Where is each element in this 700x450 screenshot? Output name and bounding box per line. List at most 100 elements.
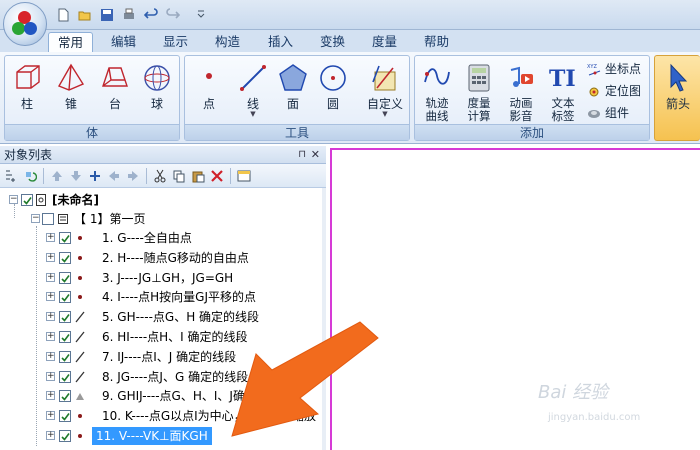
component-label: 组件 (605, 106, 630, 120)
visibility-checkbox[interactable] (59, 291, 71, 304)
collapse-icon[interactable]: − (9, 195, 18, 204)
move-up-icon[interactable] (49, 168, 65, 184)
visibility-checkbox[interactable] (59, 311, 71, 324)
save-icon[interactable] (98, 6, 116, 23)
collapse-icon[interactable]: − (31, 214, 40, 223)
tree-page-row[interactable]: − 【 1】第一页 (0, 209, 322, 229)
locate-map-button[interactable]: 定位图 (587, 82, 641, 100)
tree-item-row[interactable]: +1. G----全自由点 (0, 228, 322, 248)
tree-item-row[interactable]: +10. K----点G以点I为中心，按.5000缩放 (0, 406, 322, 426)
visibility-checkbox[interactable] (59, 390, 71, 403)
tree-item-row[interactable]: +5. GH----点G、H 确定的线段 (0, 307, 322, 327)
visibility-checkbox[interactable] (59, 370, 71, 383)
tree-item-row[interactable]: +6. HI----点H、I 确定的线段 (0, 327, 322, 347)
cut-icon[interactable] (152, 168, 168, 184)
tab-construct[interactable]: 构造 (206, 32, 249, 52)
expand-icon[interactable]: + (46, 233, 55, 242)
measure-calc-button[interactable]: 度量 计算 (461, 60, 497, 123)
frustum-button[interactable]: 台 (97, 60, 133, 116)
circle-label: 圆 (326, 97, 339, 111)
tab-transform[interactable]: 变换 (311, 32, 354, 52)
drawing-canvas[interactable] (326, 146, 700, 450)
expand-icon[interactable]: + (46, 272, 55, 282)
page-checkbox[interactable] (42, 213, 54, 225)
object-tree: − [未命名] − 【 1】第一页 +1. G----全自由点 +2. H----… (0, 188, 322, 450)
expand-icon[interactable]: + (46, 292, 55, 302)
toolbar-separator (43, 167, 44, 184)
paste-icon[interactable] (190, 168, 206, 184)
visibility-checkbox[interactable] (59, 271, 71, 284)
expand-icon[interactable]: + (46, 411, 55, 421)
tree-item-row[interactable]: +8. JG----点J、G 确定的线段 (0, 367, 322, 387)
properties-icon[interactable] (236, 168, 252, 184)
expand-icon[interactable]: + (46, 252, 55, 262)
point-icon (75, 232, 85, 244)
expand-icon[interactable]: + (46, 371, 55, 381)
delete-icon[interactable] (209, 168, 225, 184)
new-file-icon[interactable] (54, 6, 72, 23)
visibility-checkbox[interactable] (59, 430, 71, 442)
animation-media-button[interactable]: 动画 影音 (503, 60, 539, 123)
move-right-icon[interactable] (125, 168, 141, 184)
text-label-button[interactable]: TI 文本 标签 (545, 60, 581, 123)
tab-edit[interactable]: 编辑 (102, 32, 145, 52)
tree-root-row[interactable]: − [未命名] (0, 190, 322, 210)
copy-icon[interactable] (171, 168, 187, 184)
expand-icon[interactable]: + (46, 431, 55, 440)
custom-button[interactable]: 自定义 ▼ (363, 60, 407, 118)
tab-display[interactable]: 显示 (154, 32, 197, 52)
expand-icon[interactable]: + (46, 312, 55, 322)
tree-item-row[interactable]: +4. I----点H按向量GJ平移的点 (0, 287, 322, 307)
polygon-icon (75, 390, 85, 402)
coordinate-point-button[interactable]: XYZ 坐标点 (587, 60, 641, 78)
point-button[interactable]: 点 (191, 60, 227, 116)
open-folder-icon[interactable] (76, 6, 94, 23)
tree-item-row[interactable]: +11. V----VK⊥面KGH (0, 426, 322, 446)
app-menu-button[interactable] (3, 2, 47, 46)
redo-icon[interactable] (164, 6, 182, 23)
sphere-button[interactable]: 球 (139, 60, 175, 116)
refresh-tree-icon[interactable] (22, 168, 38, 184)
circle-button[interactable]: 圆 (315, 60, 351, 116)
tab-measure[interactable]: 度量 (363, 32, 406, 52)
expand-tree-icon[interactable] (3, 168, 19, 184)
root-checkbox[interactable] (21, 194, 33, 206)
print-icon[interactable] (120, 6, 138, 23)
tab-common[interactable]: 常用 (48, 32, 94, 52)
prism-button[interactable]: 柱 (9, 60, 45, 116)
line-dropdown-icon[interactable]: ▼ (235, 111, 271, 118)
arrow-tool-button[interactable]: 箭头 (660, 60, 696, 116)
point-icon (75, 430, 85, 442)
visibility-checkbox[interactable] (59, 350, 71, 363)
expand-icon[interactable]: + (46, 332, 55, 341)
custom-dropdown-icon[interactable]: ▼ (363, 111, 407, 118)
undo-icon[interactable] (142, 6, 160, 23)
tree-item-row[interactable]: +7. IJ----点I、J 确定的线段 (0, 347, 322, 367)
expand-icon[interactable]: + (46, 391, 55, 401)
expand-icon[interactable]: + (46, 351, 55, 361)
root-label: [未命名] (52, 193, 99, 207)
line-button[interactable]: 线 ▼ (235, 60, 271, 118)
tree-item-row[interactable]: +2. H----随点G移动的自由点 (0, 248, 322, 268)
component-button[interactable]: 组件 (587, 104, 629, 122)
visibility-checkbox[interactable] (59, 410, 71, 423)
tree-item-row[interactable]: +3. J----JG⊥GH，JG=GH (0, 268, 322, 288)
visibility-checkbox[interactable] (59, 331, 71, 343)
tree-item-row[interactable]: +9. GHIJ----点G、H、I、J确定 (0, 386, 322, 406)
visibility-checkbox[interactable] (59, 251, 71, 264)
customize-qat-icon[interactable] (196, 9, 206, 19)
tab-help[interactable]: 帮助 (415, 32, 458, 52)
move-down-icon[interactable] (68, 168, 84, 184)
add-item-icon[interactable] (87, 168, 103, 184)
pyramid-button[interactable]: 锥 (53, 60, 89, 116)
close-icon[interactable]: ✕ (311, 146, 320, 164)
face-button[interactable]: 面 (275, 60, 311, 116)
tab-insert[interactable]: 插入 (259, 32, 302, 52)
animation-label-2: 影音 (509, 109, 533, 123)
svg-text:TI: TI (549, 66, 576, 92)
trace-curve-button[interactable]: 轨迹 曲线 (419, 60, 455, 123)
visibility-checkbox[interactable] (59, 232, 71, 244)
move-left-icon[interactable] (106, 168, 122, 184)
tree-item-label: 3. J----JG⊥GH，JG=GH (102, 270, 234, 285)
pin-icon[interactable]: ⊓ (298, 146, 306, 164)
